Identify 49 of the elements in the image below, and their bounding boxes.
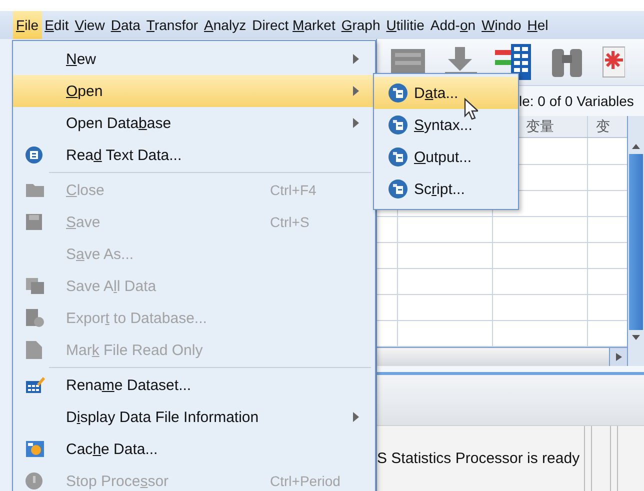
document-icon xyxy=(388,115,408,135)
column-header[interactable]: 变量 xyxy=(526,118,554,136)
menu-item[interactable]: New xyxy=(13,43,375,75)
scroll-right-icon[interactable] xyxy=(609,348,627,366)
menu-item[interactable]: Data... xyxy=(374,77,518,109)
menu-item[interactable]: Open Database xyxy=(13,107,375,139)
document-icon xyxy=(388,179,408,199)
submenu-arrow-icon xyxy=(353,412,359,422)
horizontal-scrollbar[interactable] xyxy=(377,347,627,366)
asterisk-grid-icon[interactable] xyxy=(601,45,625,79)
cache-icon xyxy=(25,440,45,458)
menu-bar-item[interactable]: Edit xyxy=(42,11,72,39)
menu-bar-item[interactable]: Windo xyxy=(478,11,524,39)
status-text: S Statistics Processor is ready xyxy=(377,450,581,467)
shortcut-text: Ctrl+Period xyxy=(270,473,342,489)
document-icon xyxy=(388,147,408,167)
menu-bar-item[interactable]: File xyxy=(13,11,42,39)
variables-info: le: 0 of 0 Variables xyxy=(519,93,634,109)
submenu-arrow-icon xyxy=(353,86,359,96)
menu-bar-item[interactable]: Hel xyxy=(524,11,552,39)
vertical-scrollbar[interactable] xyxy=(627,116,644,366)
mouse-pointer-icon xyxy=(464,98,478,120)
stop-icon xyxy=(25,472,43,490)
column-header[interactable]: 变 xyxy=(596,118,610,136)
menu-bar-item[interactable]: Analyz xyxy=(201,11,250,39)
shortcut-text: Ctrl+S xyxy=(270,214,310,230)
menu-bar-item[interactable]: Add-on xyxy=(427,11,479,39)
menu-item[interactable]: Open xyxy=(13,75,375,107)
menu-item[interactable]: Display Data File Information xyxy=(13,401,375,433)
menu-bar-item[interactable]: View xyxy=(72,11,108,39)
menu-item[interactable]: Cache Data... xyxy=(13,433,375,465)
table-pencil-icon xyxy=(25,376,45,394)
submenu-arrow-icon xyxy=(353,54,359,64)
folder-icon xyxy=(25,182,45,198)
menu-item[interactable]: Script... xyxy=(374,173,518,205)
menu-item[interactable]: Read Text Data... xyxy=(13,139,375,171)
menu-bar-item[interactable]: Transfor xyxy=(143,11,202,39)
document-icon xyxy=(388,83,408,103)
menu-bar-item[interactable]: Data xyxy=(108,11,144,39)
menu-item[interactable]: Rename Dataset... xyxy=(13,369,375,401)
menu-item[interactable]: Output... xyxy=(374,141,518,173)
document-icon xyxy=(25,340,43,360)
menu-bar-item[interactable]: Utilitie xyxy=(383,11,428,39)
info-icon xyxy=(25,146,43,164)
shortcut-text: Ctrl+F4 xyxy=(270,182,318,198)
menu-item[interactable]: Syntax... xyxy=(374,109,518,141)
menu-bar-item[interactable]: Graph xyxy=(338,11,384,39)
menu-bar-item[interactable]: Direct Market xyxy=(249,11,338,39)
submenu-arrow-icon xyxy=(353,118,359,128)
